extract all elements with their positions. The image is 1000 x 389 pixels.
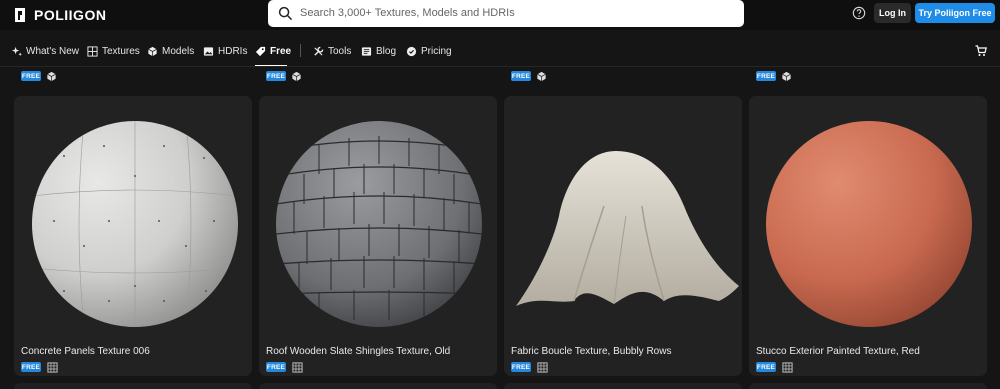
free-badge: FREE xyxy=(21,71,41,81)
nav-pricing[interactable]: Pricing xyxy=(406,43,452,59)
nav-textures[interactable]: Textures xyxy=(87,43,140,59)
prev-card-meta: FREE xyxy=(756,70,792,82)
free-badge: FREE xyxy=(266,362,286,372)
model-cube-icon xyxy=(537,71,546,81)
free-badge: FREE xyxy=(21,362,41,372)
logo-text: POLIIGON xyxy=(34,7,107,23)
cart-icon[interactable] xyxy=(975,45,987,57)
nav-blog[interactable]: Blog xyxy=(361,43,396,59)
asset-card[interactable]: Concrete Panels Texture 006 FREE xyxy=(14,96,252,376)
asset-card[interactable]: Fabric Boucle Texture, Bubbly Rows FREE xyxy=(504,96,742,376)
nav-label: Tools xyxy=(328,45,352,57)
nav-whats-new[interactable]: What's New xyxy=(11,43,79,59)
poliigon-logo[interactable]: POLIIGON xyxy=(12,6,106,24)
texture-preview xyxy=(276,121,482,327)
texture-icon xyxy=(537,361,548,373)
tools-icon xyxy=(314,46,324,56)
card-meta: FREE xyxy=(266,361,303,373)
model-cube-icon xyxy=(47,71,56,81)
search-bar[interactable]: Search 3,000+ Textures, Models and HDRIs xyxy=(268,0,744,27)
card-meta: FREE xyxy=(756,361,793,373)
sparkle-icon xyxy=(11,46,22,56)
prev-card-meta: FREE xyxy=(266,70,302,82)
nav-separator xyxy=(0,66,1000,67)
tag-icon xyxy=(255,46,266,56)
nav-divider xyxy=(300,44,301,57)
card-title: Fabric Boucle Texture, Bubbly Rows xyxy=(511,346,672,357)
cube-icon xyxy=(148,46,157,56)
free-badge: FREE xyxy=(756,362,776,372)
nav-label: Blog xyxy=(376,45,397,57)
nav-models[interactable]: Models xyxy=(147,43,194,59)
free-badge: FREE xyxy=(756,71,776,81)
texture-preview xyxy=(516,151,739,306)
texture-icon xyxy=(292,361,303,373)
texture-icon xyxy=(47,361,58,373)
main-nav: What's New Textures Models HDRIs Free To… xyxy=(0,38,1000,67)
nav-label: What's New xyxy=(26,45,80,57)
help-icon[interactable] xyxy=(852,6,866,20)
free-badge: FREE xyxy=(511,362,531,372)
texture-icon xyxy=(782,361,793,373)
next-card-edge xyxy=(259,383,497,389)
nav-label: Pricing xyxy=(421,45,452,57)
search-icon xyxy=(278,6,293,21)
next-card-edge xyxy=(749,383,987,389)
asset-card[interactable]: Roof Wooden Slate Shingles Texture, Old … xyxy=(259,96,497,376)
nav-label: Textures xyxy=(102,45,140,57)
free-badge: FREE xyxy=(266,71,286,81)
login-button[interactable]: Log In xyxy=(874,3,911,23)
model-cube-icon xyxy=(782,71,791,81)
image-icon xyxy=(203,46,214,56)
free-badge: FREE xyxy=(511,71,531,81)
card-title: Stucco Exterior Painted Texture, Red xyxy=(756,346,920,357)
search-input[interactable]: Search 3,000+ Textures, Models and HDRIs xyxy=(300,7,515,19)
grid-icon xyxy=(87,45,98,57)
nav-free[interactable]: Free xyxy=(255,43,291,59)
nav-label: HDRIs xyxy=(218,45,248,57)
blog-icon xyxy=(361,46,372,56)
card-meta: FREE xyxy=(21,361,58,373)
texture-preview xyxy=(766,121,972,327)
card-title: Roof Wooden Slate Shingles Texture, Old xyxy=(266,346,451,357)
nav-label: Free xyxy=(270,45,292,57)
next-card-edge xyxy=(14,383,252,389)
nav-hdris[interactable]: HDRIs xyxy=(203,43,247,59)
nav-label: Models xyxy=(162,45,195,57)
top-bar: POLIIGON Search 3,000+ Textures, Models … xyxy=(0,0,1000,30)
badge-icon xyxy=(406,46,417,56)
asset-card[interactable]: Stucco Exterior Painted Texture, Red FRE… xyxy=(749,96,987,376)
prev-card-meta: FREE xyxy=(511,70,547,82)
logo-icon xyxy=(15,8,25,22)
nav-tools[interactable]: Tools xyxy=(313,43,351,59)
texture-preview xyxy=(32,121,238,327)
try-free-button[interactable]: Try Poliigon Free xyxy=(915,3,995,23)
model-cube-icon xyxy=(292,71,301,81)
prev-card-meta: FREE xyxy=(21,70,57,82)
card-title: Concrete Panels Texture 006 xyxy=(21,346,150,357)
next-card-edge xyxy=(504,383,742,389)
card-meta: FREE xyxy=(511,361,548,373)
